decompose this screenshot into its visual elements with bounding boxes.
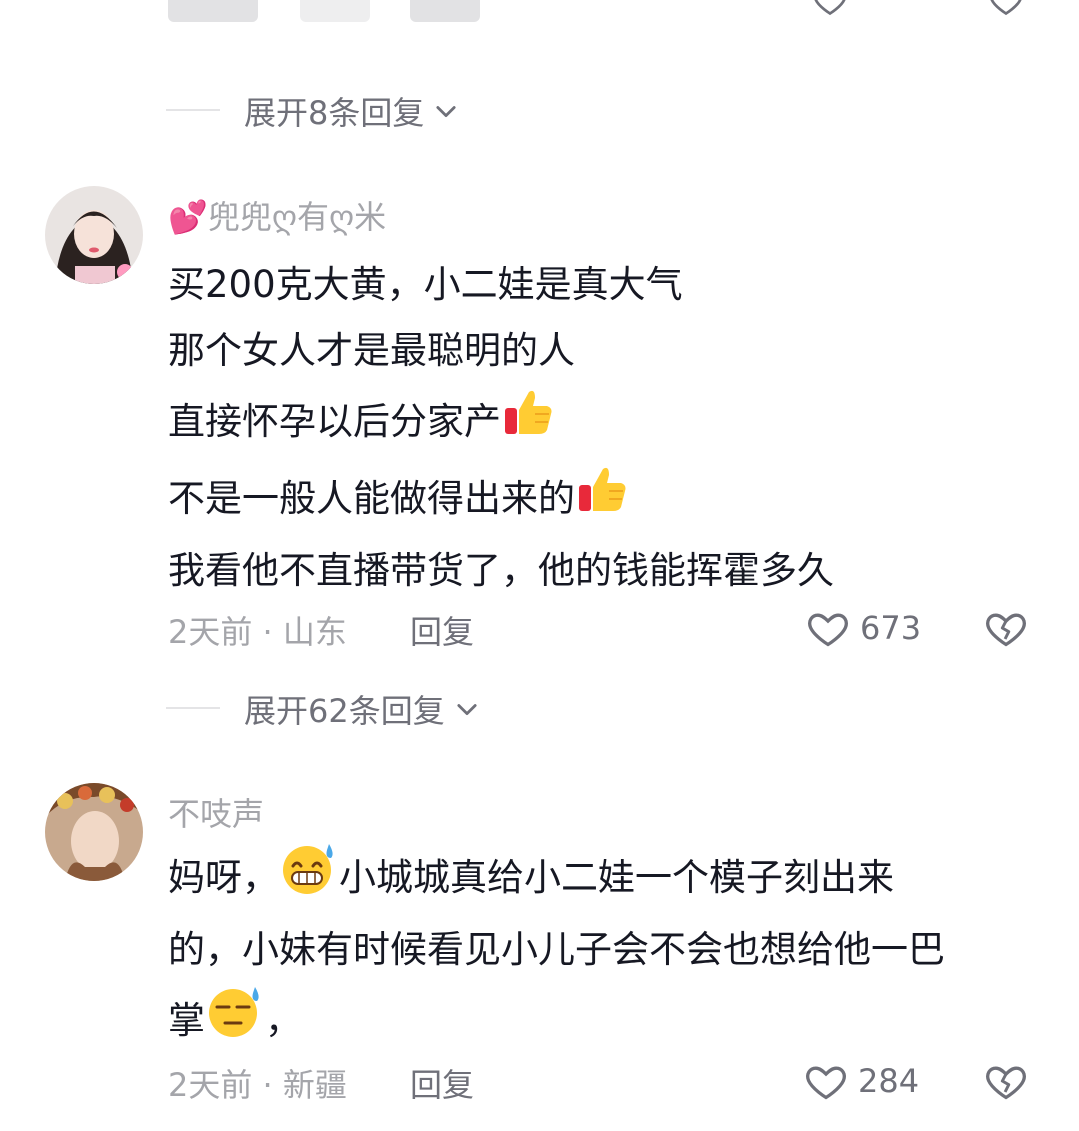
- broken-heart-icon[interactable]: [984, 606, 1028, 650]
- meta-separator: ·: [262, 1066, 283, 1104]
- like-count: 284: [858, 1062, 920, 1100]
- heart-icon[interactable]: [812, 0, 848, 18]
- chevron-down-icon: [432, 97, 460, 125]
- timestamp: 2天前: [168, 613, 253, 651]
- comment-line-with-emoji: 直接怀孕以后分家产: [168, 384, 1048, 461]
- expand-divider: [166, 109, 220, 111]
- comment-body: 妈呀， 小城城真给小二娃一个模子刻出来 的，小妹有时候看见小儿子会不会也想给他一…: [168, 840, 1048, 1060]
- comment-line-with-emoji: 掌 ，: [168, 983, 1048, 1060]
- broken-heart-icon[interactable]: [984, 1059, 1028, 1103]
- like-button[interactable]: 284: [804, 1059, 919, 1103]
- comment-line-with-emoji: 不是一般人能做得出来的: [168, 461, 1048, 538]
- location: 新疆: [282, 1066, 347, 1104]
- like-count: 673: [860, 609, 922, 647]
- broken-heart-icon[interactable]: [988, 0, 1024, 18]
- username[interactable]: 不吱声: [168, 789, 264, 835]
- comment-meta: 2天前 · 新疆: [168, 1060, 347, 1106]
- expand-label: 展开62条回复: [244, 692, 445, 730]
- avatar[interactable]: [45, 783, 143, 881]
- reply-button[interactable]: 回复: [410, 1060, 474, 1106]
- reply-placeholder[interactable]: [410, 0, 480, 22]
- thumbs-up-emoji: [575, 461, 631, 538]
- previous-comment-footer: [0, 0, 1079, 48]
- thumbs-up-emoji: [501, 384, 557, 461]
- username[interactable]: 💕兜兜ღ有ღ米: [168, 192, 386, 238]
- grin-sweat-emoji: [279, 840, 339, 917]
- location-placeholder: [300, 0, 370, 22]
- time-placeholder: [168, 0, 258, 22]
- expand-label: 展开8条回复: [244, 94, 425, 132]
- comment-body: 买200克大黄，小二娃是真大气 那个女人才是最聪明的人 直接怀孕以后分家产 不是…: [168, 252, 1048, 604]
- comment-meta: 2天前 · 山东: [168, 607, 347, 653]
- comment-line: 买200克大黄，小二娃是真大气: [168, 263, 683, 306]
- chevron-down-icon: [453, 695, 481, 723]
- expand-replies-button[interactable]: 展开62条回复: [244, 686, 481, 732]
- comment-line-with-emoji: 妈呀， 小城城真给小二娃一个模子刻出来: [168, 840, 1048, 917]
- reply-button[interactable]: 回复: [410, 607, 474, 653]
- avatar[interactable]: [45, 186, 143, 284]
- heart-icon: [806, 606, 850, 650]
- like-button[interactable]: 673: [806, 606, 921, 650]
- heart-icon: [804, 1059, 848, 1103]
- location: 山东: [282, 613, 347, 651]
- timestamp: 2天前: [168, 1066, 253, 1104]
- comment-line: 那个女人才是最聪明的人: [168, 329, 575, 372]
- comment-line: 的，小妹有时候看见小儿子会不会也想给他一巴: [168, 928, 945, 971]
- comment-line: 我看他不直播带货了，他的钱能挥霍多久: [168, 549, 834, 592]
- expand-replies-button[interactable]: 展开8条回复: [244, 88, 460, 134]
- meta-separator: ·: [262, 613, 283, 651]
- sweat-emoji: [205, 983, 265, 1060]
- expand-divider: [166, 707, 220, 709]
